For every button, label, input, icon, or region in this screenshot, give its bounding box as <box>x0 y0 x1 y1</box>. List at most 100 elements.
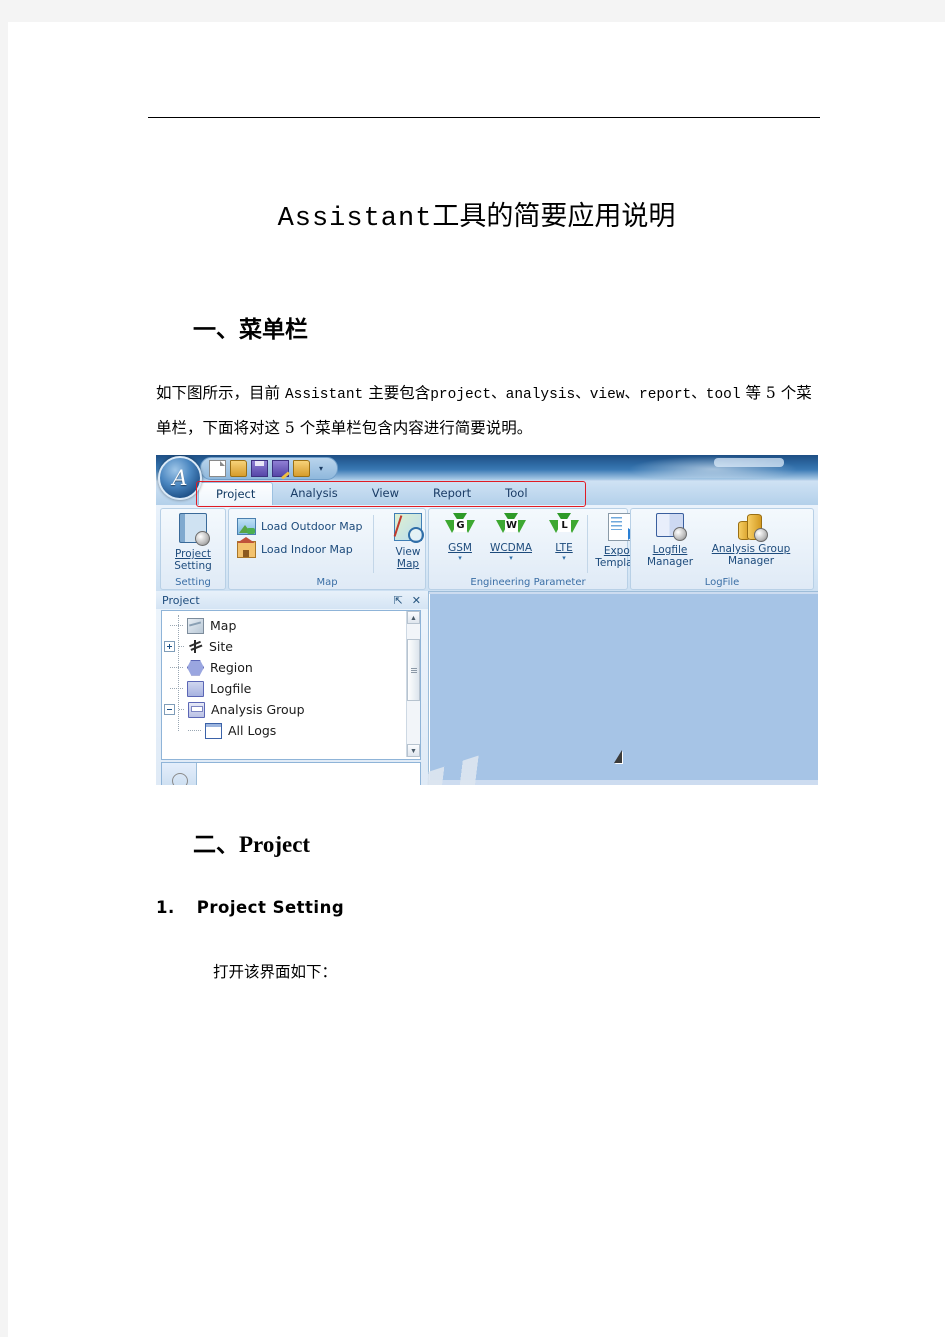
view-map-label-line1: View <box>395 546 421 558</box>
wcdma-badge: W <box>505 519 518 532</box>
scroll-up-arrow-icon[interactable]: ▲ <box>407 611 420 624</box>
folder-icon[interactable] <box>293 460 310 477</box>
tree-connector <box>170 624 183 627</box>
tree-node-region-label: Region <box>210 660 253 675</box>
intro-paragraph: 如下图所示，目前 Assistant 主要包含project、analysis、… <box>156 377 826 445</box>
subsection-number: 1. <box>156 898 175 917</box>
tree-node-region[interactable]: Region <box>170 657 253 678</box>
load-outdoor-map-label: Load Outdoor Map <box>261 520 363 533</box>
pin-icon[interactable]: ⇱ <box>394 594 403 607</box>
wcdma-label: WCDMA <box>489 542 533 554</box>
project-panel-title: Project <box>162 593 200 607</box>
lte-chevron-down-icon[interactable]: ▾ <box>562 555 566 562</box>
page-title-latin: Assistant <box>277 204 433 234</box>
engineering-group-separator <box>587 515 588 573</box>
page-title: Assistant工具的简要应用说明 <box>8 194 945 234</box>
project-setting-button[interactable]: Project Setting <box>166 513 220 572</box>
section-heading-2-num: 二、 <box>193 831 239 858</box>
save-icon[interactable] <box>251 460 268 477</box>
close-icon[interactable]: ✕ <box>412 594 421 607</box>
project-panel-header: Project ⇱ ✕ <box>156 591 428 609</box>
all-logs-node-icon <box>205 722 222 739</box>
logfile-manager-icon <box>656 513 687 541</box>
tab-view[interactable]: View <box>355 481 416 505</box>
logfile-node-icon <box>187 680 204 697</box>
gsm-chevron-down-icon[interactable]: ▾ <box>458 555 462 562</box>
tree-node-analysis-group[interactable]: Analysis Group <box>164 699 305 720</box>
project-setting-icon <box>179 513 210 546</box>
view-map-button[interactable]: View Map <box>381 513 435 570</box>
tree-connector <box>188 729 201 732</box>
application-screenshot: A ▾ Project Analysis View Report Tool Pr… <box>156 455 818 785</box>
ribbon-tabs: Project Analysis View Report Tool <box>198 481 545 505</box>
load-indoor-map-icon <box>237 537 256 558</box>
analysis-group-node-icon <box>188 701 205 718</box>
expand-plus-icon[interactable] <box>164 641 175 652</box>
gsm-button[interactable]: G GSM ▾ <box>433 513 487 562</box>
tree-connector <box>170 687 183 690</box>
ribbon-group-map: Load Outdoor Map Load Indoor Map View Ma… <box>228 508 426 590</box>
site-node-icon <box>188 639 203 654</box>
wcdma-antenna-icon: W <box>496 513 526 539</box>
subsection-heading: 1. Project Setting <box>156 898 344 917</box>
tree-node-map[interactable]: Map <box>170 615 236 636</box>
logfile-manager-button[interactable]: Logfile Manager <box>641 513 699 568</box>
lte-antenna-icon: L <box>549 513 579 539</box>
gsm-antenna-icon: G <box>445 513 475 539</box>
tab-tool[interactable]: Tool <box>488 481 544 505</box>
collapse-minus-icon[interactable] <box>164 704 175 715</box>
analysis-group-manager-icon <box>738 513 768 542</box>
closing-paragraph: 打开该界面如下： <box>213 963 338 981</box>
load-indoor-map-button[interactable]: Load Indoor Map <box>237 537 353 558</box>
tree-node-site[interactable]: Site <box>164 636 233 657</box>
intro-part-c: 主要包含 <box>363 384 431 402</box>
header-rule <box>148 117 820 118</box>
load-outdoor-map-button[interactable]: Load Outdoor Map <box>237 518 363 535</box>
view-map-icon <box>394 513 424 543</box>
ribbon-group-logfile: Logfile Manager Analysis Group Manager L… <box>630 508 814 590</box>
analysis-group-manager-button[interactable]: Analysis Group Manager <box>701 513 801 567</box>
tree-node-logfile-label: Logfile <box>210 681 252 696</box>
project-panel: Project ⇱ ✕ Map Site Region Logfile Anal… <box>156 591 429 785</box>
map-node-icon <box>187 617 204 634</box>
tab-analysis[interactable]: Analysis <box>273 481 354 505</box>
section-heading-1: 一、菜单栏 <box>193 316 308 343</box>
project-setting-label-line2: Setting <box>174 560 212 572</box>
logfile-manager-label-line1: Logfile <box>652 544 688 556</box>
new-document-icon[interactable] <box>209 460 226 477</box>
chevron-down-icon[interactable]: ▾ <box>319 464 323 473</box>
intro-part-d: project、analysis、view、report、tool <box>430 387 741 403</box>
tree-node-map-label: Map <box>210 618 237 633</box>
scrollbar-thumb[interactable] <box>407 639 420 701</box>
tab-project[interactable]: Project <box>198 482 274 505</box>
project-setting-label-line1: Project <box>175 548 211 560</box>
intro-part-a: 如下图所示，目前 <box>156 384 285 402</box>
open-folder-icon[interactable] <box>230 460 247 477</box>
wcdma-chevron-down-icon[interactable]: ▾ <box>509 555 513 562</box>
analysis-group-manager-label-line1: Analysis Group <box>711 543 791 555</box>
circle-icon <box>172 773 188 785</box>
project-panel-footer <box>161 762 421 785</box>
logfile-manager-label-line2: Manager <box>646 556 694 568</box>
office-orb-button[interactable]: A <box>158 456 202 500</box>
client-workspace[interactable] <box>429 594 818 780</box>
project-tree[interactable]: Map Site Region Logfile Analysis Group A… <box>161 610 421 760</box>
load-outdoor-map-icon <box>237 518 256 535</box>
save-as-icon[interactable] <box>272 460 289 477</box>
tree-node-all-logs-label: All Logs <box>228 723 277 738</box>
scroll-down-arrow-icon[interactable]: ▼ <box>407 744 420 757</box>
tree-node-site-label: Site <box>209 639 233 654</box>
intro-part-b: Assistant <box>284 387 364 403</box>
tab-report[interactable]: Report <box>416 481 488 505</box>
ribbon-group-map-title: Map <box>316 577 338 588</box>
tree-node-logfile[interactable]: Logfile <box>170 678 251 699</box>
quick-access-toolbar[interactable]: ▾ <box>200 457 339 480</box>
tree-node-all-logs[interactable]: All Logs <box>188 720 276 741</box>
wcdma-button[interactable]: W WCDMA ▾ <box>484 513 538 562</box>
document-page: Assistant工具的简要应用说明 一、菜单栏 如下图所示，目前 Assist… <box>8 22 945 1337</box>
lte-label: LTE <box>555 542 573 554</box>
ribbon-group-engineering-parameter: G GSM ▾ W WCDMA ▾ L LTE ▾ Export Templat… <box>428 508 647 590</box>
lte-button[interactable]: L LTE ▾ <box>537 513 591 562</box>
load-indoor-map-label: Load Indoor Map <box>261 543 353 556</box>
tree-scrollbar[interactable]: ▲ ▼ <box>406 611 420 757</box>
